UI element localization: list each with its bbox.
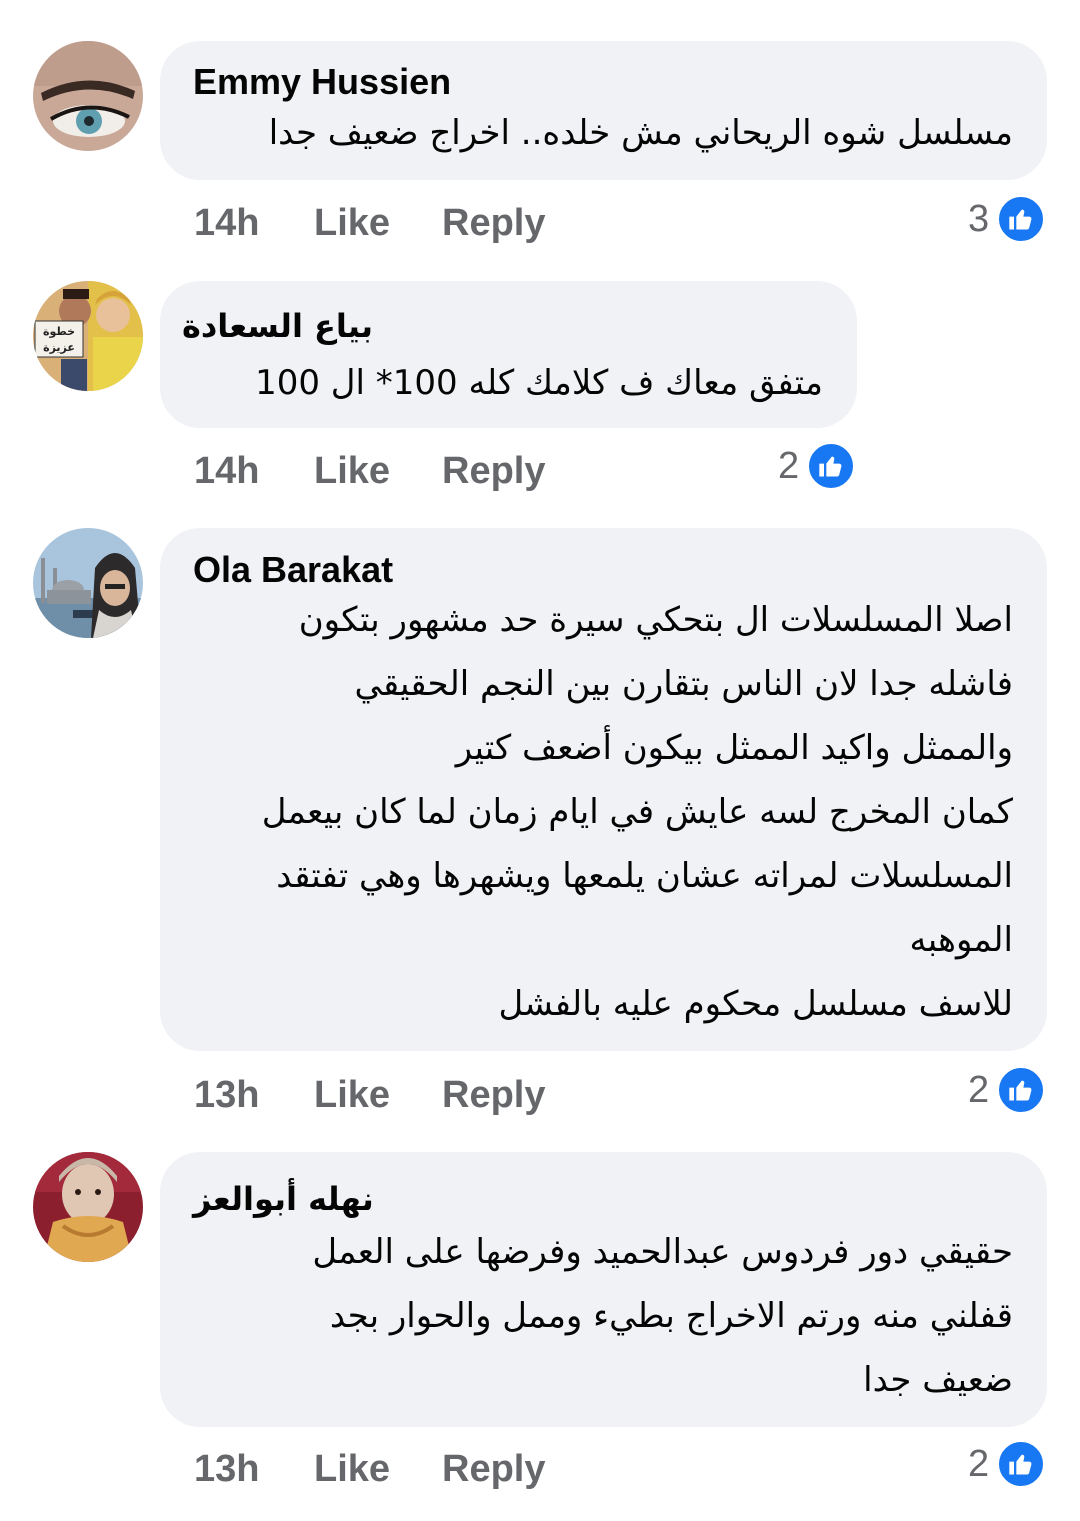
comment-line: اصلا المسلسلات ال بتحكي سيرة حد مشهور بت… xyxy=(298,600,1013,640)
comment-timestamp[interactable]: 13h xyxy=(194,1074,259,1117)
avatar[interactable]: خطوة عزيزة xyxy=(33,281,143,391)
reaction-summary[interactable]: 2 xyxy=(968,1440,1046,1488)
reaction-summary[interactable]: 3 xyxy=(968,195,1046,243)
comment-timestamp[interactable]: 13h xyxy=(194,1448,259,1491)
like-button[interactable]: Like xyxy=(314,450,390,493)
avatar-sign-text: عزيزة xyxy=(43,341,75,354)
comment-item: Emmy Hussien مسلسل شوه الريحاني مش خلده.… xyxy=(0,0,1080,260)
comment-text: حقيقي دور فردوس عبدالحميد وفرضها على الع… xyxy=(312,1220,1013,1412)
comment-bubble: بياع السعادة متفق معاك ف كلامك كله 100* … xyxy=(160,281,857,428)
avatar[interactable] xyxy=(33,1152,143,1262)
comment-line: حقيقي دور فردوس عبدالحميد وفرضها على الع… xyxy=(312,1232,1013,1272)
reply-button[interactable]: Reply xyxy=(442,202,545,245)
comment-line: متفق معاك ف كلامك كله 100* ال 100 xyxy=(255,363,823,403)
avatar-sign-text: خطوة xyxy=(43,325,75,338)
reaction-count: 2 xyxy=(968,1442,990,1485)
like-button[interactable]: Like xyxy=(314,1074,390,1117)
comment-author[interactable]: Emmy Hussien xyxy=(193,61,451,103)
comment-author[interactable]: Ola Barakat xyxy=(193,549,393,591)
comment-line: ضعيف جدا xyxy=(863,1360,1013,1400)
comment-text: متفق معاك ف كلامك كله 100* ال 100 xyxy=(255,351,823,415)
like-icon xyxy=(997,1066,1046,1114)
avatar-woman-image xyxy=(33,1152,143,1262)
comment-bubble: Ola Barakat اصلا المسلسلات ال بتحكي سيرة… xyxy=(160,528,1047,1051)
like-icon xyxy=(997,1440,1046,1488)
comment-author[interactable]: بياع السعادة xyxy=(182,305,373,347)
reaction-count: 3 xyxy=(968,197,990,240)
comment-timestamp[interactable]: 14h xyxy=(194,202,259,245)
comment-bubble: نهله أبوالعز حقيقي دور فردوس عبدالحميد و… xyxy=(160,1152,1047,1427)
comment-item: Ola Barakat اصلا المسلسلات ال بتحكي سيرة… xyxy=(0,510,1080,1140)
comment-item: نهله أبوالعز حقيقي دور فردوس عبدالحميد و… xyxy=(0,1140,1080,1521)
comment-line: فاشله جدا لان الناس بتقارن بين النجم الح… xyxy=(354,664,1013,704)
like-button[interactable]: Like xyxy=(314,1448,390,1491)
comment-line: قفلني منه ورتم الاخراج بطيء وممل والحوار… xyxy=(329,1296,1013,1336)
comment-line: كمان المخرج لسه عايش في ايام زمان لما كا… xyxy=(261,792,1013,832)
avatar-eye-image xyxy=(33,41,143,151)
comment-text: اصلا المسلسلات ال بتحكي سيرة حد مشهور بت… xyxy=(262,588,1013,1036)
reaction-count: 2 xyxy=(968,1068,990,1111)
reply-button[interactable]: Reply xyxy=(442,1074,545,1117)
like-button[interactable]: Like xyxy=(314,202,390,245)
comment-line: والممثل واكيد الممثل بيكون أضعف كتير xyxy=(455,728,1013,768)
reply-button[interactable]: Reply xyxy=(442,1448,545,1491)
comment-line: المسلسلات لمراته عشان يلمعها ويشهرها وهي… xyxy=(276,856,1013,896)
reaction-summary[interactable]: 2 xyxy=(968,1066,1046,1114)
like-icon xyxy=(807,442,856,490)
comment-timestamp[interactable]: 14h xyxy=(194,450,259,493)
comment-line: للاسف مسلسل محكوم عليه بالفشل xyxy=(498,984,1013,1024)
comment-author[interactable]: نهله أبوالعز xyxy=(193,1178,374,1220)
comment-line: مسلسل شوه الريحاني مش خلده.. اخراج ضعيف … xyxy=(268,113,1013,153)
comment-bubble: Emmy Hussien مسلسل شوه الريحاني مش خلده.… xyxy=(160,41,1047,180)
reply-button[interactable]: Reply xyxy=(442,450,545,493)
avatar[interactable] xyxy=(33,41,143,151)
reaction-count: 2 xyxy=(778,444,800,487)
comment-line: الموهبه xyxy=(909,920,1013,960)
avatar[interactable] xyxy=(33,528,143,638)
like-icon xyxy=(997,195,1046,243)
reaction-summary[interactable]: 2 xyxy=(778,442,856,490)
avatar-mosque-image xyxy=(33,528,143,638)
avatar-sign-image: خطوة عزيزة xyxy=(33,281,143,391)
comment-text: مسلسل شوه الريحاني مش خلده.. اخراج ضعيف … xyxy=(269,101,1013,165)
comment-item: خطوة عزيزة بياع السعادة متفق معاك ف كلام… xyxy=(0,260,1080,510)
